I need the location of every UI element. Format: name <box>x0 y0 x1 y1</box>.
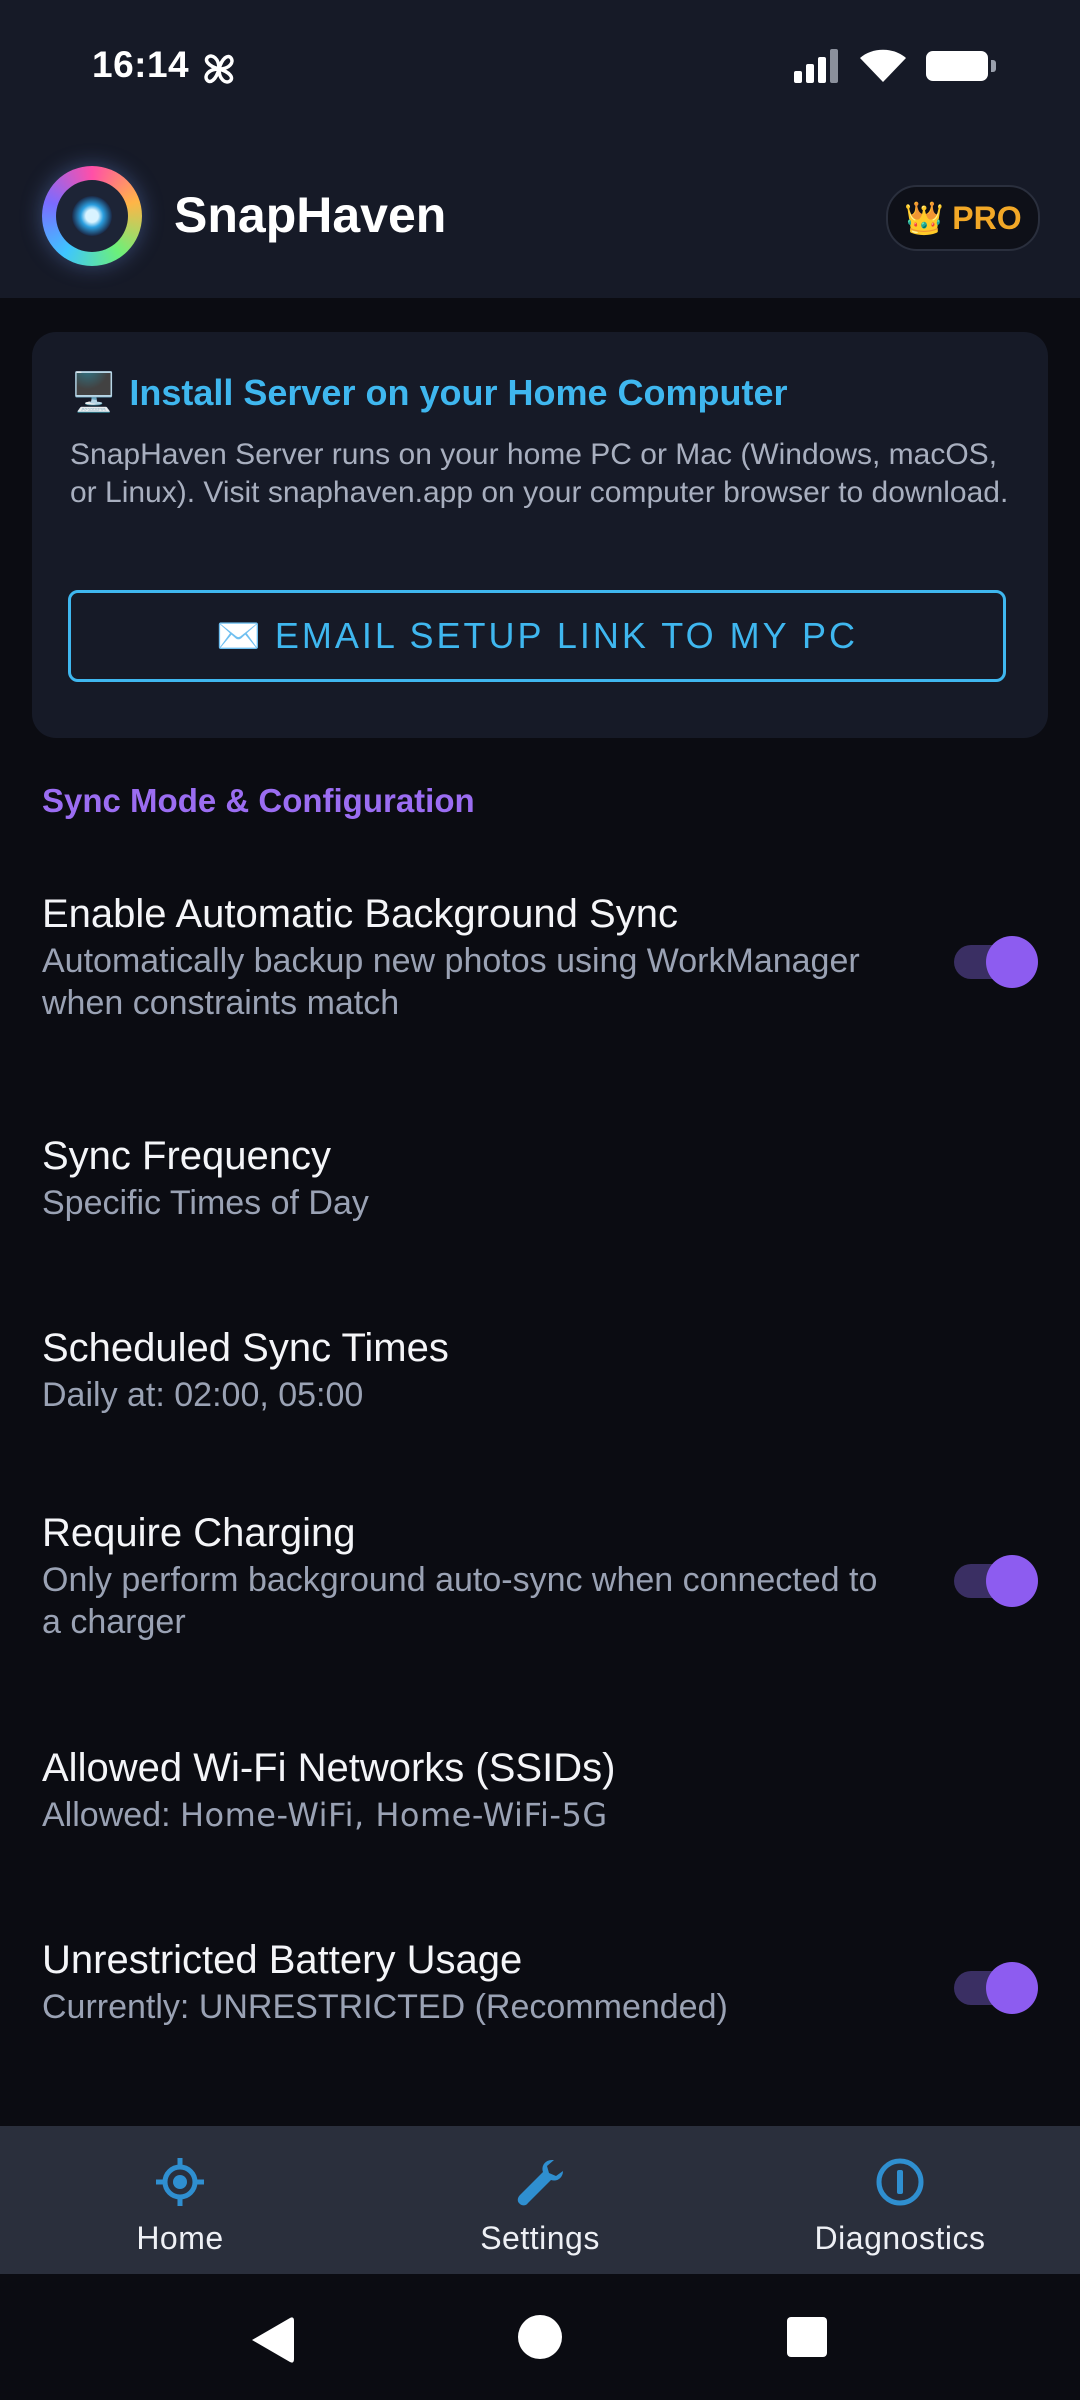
crown-icon: 👑 <box>904 200 945 236</box>
setting-subtitle: Currently: UNRESTRICTED (Recommended) <box>42 1988 728 2026</box>
status-icons <box>794 48 996 84</box>
system-navigation-bar <box>0 2274 1080 2400</box>
wifi-icon <box>860 49 906 82</box>
setting-subtitle: Daily at: 02:00, 05:00 <box>42 1376 364 1414</box>
setting-sync-frequency[interactable]: Sync Frequency Specific Times of Day <box>42 1130 1038 1224</box>
nav-label: Diagnostics <box>814 2220 986 2256</box>
signal-icon <box>794 49 840 83</box>
nav-label: Settings <box>480 2220 600 2256</box>
setting-background-sync[interactable]: Enable Automatic Background Sync Automat… <box>42 888 1038 1024</box>
recents-icon[interactable] <box>786 2316 828 2358</box>
battery-icon <box>926 51 996 81</box>
background-sync-toggle[interactable] <box>952 936 1038 988</box>
envelope-icon: ✉️ <box>216 615 261 656</box>
nav-item-settings[interactable]: Settings <box>440 2126 640 2274</box>
nav-label: Home <box>136 2220 224 2256</box>
setting-title: Enable Automatic Background Sync <box>42 892 678 936</box>
setting-allowed-wifi[interactable]: Allowed Wi-Fi Networks (SSIDs) Allowed: … <box>42 1742 1038 1836</box>
allowed-prefix: Allowed: <box>42 1796 171 1834</box>
card-title: Install Server on your Home Computer <box>129 372 788 413</box>
setting-title: Unrestricted Battery Usage <box>42 1938 523 1982</box>
crosshair-icon <box>156 2158 204 2206</box>
top-app-bar: 16:14 SnapHaven 👑 PRO <box>0 0 1080 298</box>
setting-title: Allowed Wi-Fi Networks (SSIDs) <box>42 1746 616 1790</box>
setting-subtitle: Only perform background auto-sync when c… <box>42 1561 878 1641</box>
setting-title: Scheduled Sync Times <box>42 1326 449 1370</box>
status-time: 16:14 <box>92 44 190 85</box>
wrench-icon <box>517 2160 563 2206</box>
nav-item-diagnostics[interactable]: Diagnostics <box>780 2126 1020 2274</box>
bottom-navigation: Home Settings Diagnostics <box>0 2126 1080 2274</box>
setting-subtitle: Specific Times of Day <box>42 1184 369 1222</box>
card-description: SnapHaven Server runs on your home PC or… <box>70 438 1009 509</box>
setting-subtitle: Allowed: Home-WiFi, Home-WiFi-5G <box>42 1794 892 1836</box>
app-notification-icon <box>204 54 234 84</box>
setting-scheduled-sync-times[interactable]: Scheduled Sync Times Daily at: 02:00, 05… <box>42 1322 1038 1416</box>
nav-item-home[interactable]: Home <box>80 2126 280 2274</box>
setting-unrestricted-battery[interactable]: Unrestricted Battery Usage Currently: UN… <box>42 1934 1038 2028</box>
install-server-card: 🖥️ Install Server on your Home Computer … <box>32 332 1048 738</box>
back-icon[interactable] <box>248 2314 296 2366</box>
pro-badge[interactable]: 👑 PRO <box>886 185 1040 251</box>
home-icon[interactable] <box>517 2314 563 2360</box>
setting-title: Sync Frequency <box>42 1134 332 1178</box>
section-title: Sync Mode & Configuration <box>42 782 475 819</box>
app-title: SnapHaven <box>174 187 447 243</box>
unrestricted-battery-toggle[interactable] <box>952 1962 1038 2014</box>
screen: 16:14 SnapHaven 👑 PRO 🖥️ Install Server … <box>0 0 1080 2400</box>
setting-require-charging[interactable]: Require Charging Only perform background… <box>42 1507 1038 1643</box>
allowed-ssids: Home-WiFi, Home-WiFi-5G <box>179 1796 608 1834</box>
pro-label: PRO <box>952 199 1022 236</box>
setting-title: Require Charging <box>42 1511 356 1555</box>
camera-aperture-logo <box>42 166 142 266</box>
email-button-label: EMAIL SETUP LINK TO MY PC <box>274 615 858 656</box>
card-header: 🖥️ Install Server on your Home Computer <box>70 372 787 414</box>
email-setup-link-button[interactable]: ✉️ EMAIL SETUP LINK TO MY PC <box>68 590 1006 682</box>
setting-subtitle: Automatically backup new photos using Wo… <box>42 942 860 1022</box>
info-circle-icon <box>876 2158 924 2206</box>
desktop-computer-icon: 🖥️ <box>70 372 118 414</box>
require-charging-toggle[interactable] <box>952 1555 1038 1607</box>
